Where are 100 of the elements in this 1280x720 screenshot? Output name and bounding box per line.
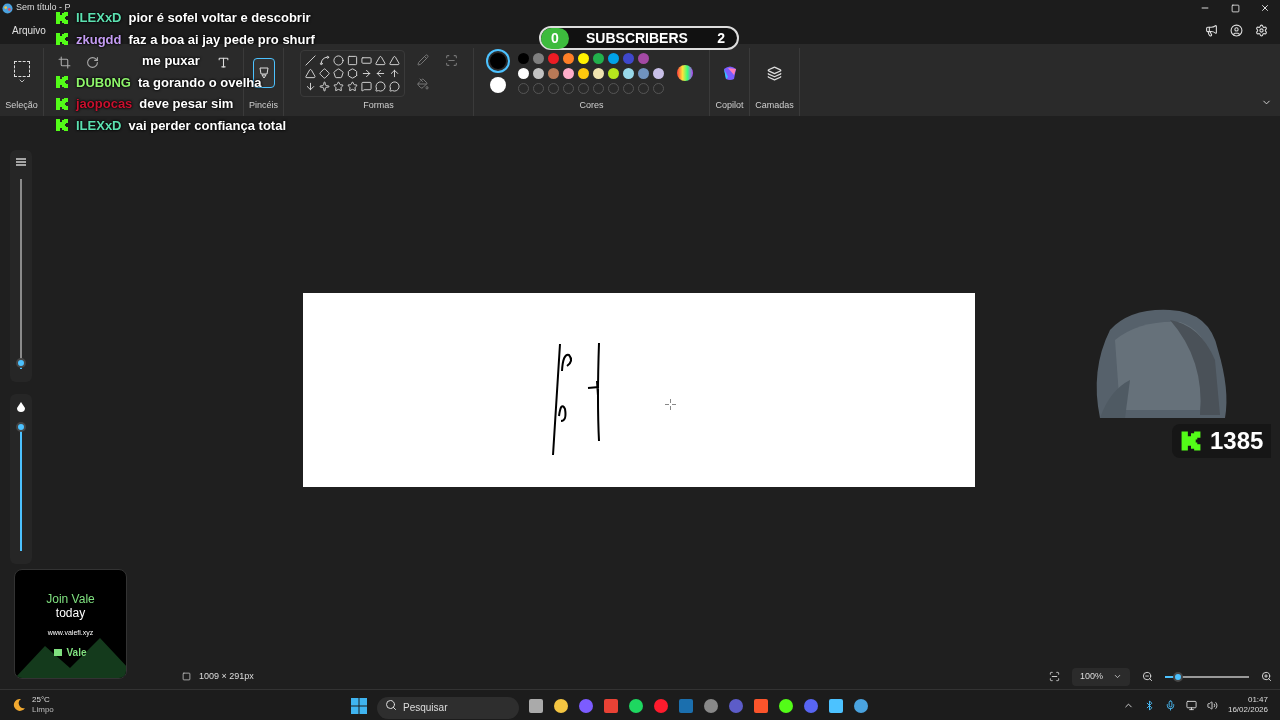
- kick-logo-icon: [55, 10, 69, 25]
- kick-logo-icon: [55, 96, 69, 111]
- hexagon-icon[interactable]: [346, 67, 358, 79]
- layers-icon[interactable]: [767, 65, 782, 81]
- oval-icon[interactable]: [332, 54, 344, 66]
- zoom-out-icon[interactable]: [1142, 671, 1153, 682]
- oval-callout-icon[interactable]: [374, 80, 386, 92]
- color-swatch[interactable]: [532, 52, 544, 64]
- temperature: 25°C: [32, 695, 51, 705]
- maximize-icon: [1230, 3, 1240, 13]
- feedback-icon[interactable]: [1205, 23, 1218, 37]
- current-color-swatch[interactable]: [489, 77, 506, 94]
- color-wheel-icon[interactable]: [675, 64, 694, 83]
- start-icon[interactable]: [350, 697, 368, 716]
- color-swatch[interactable]: [592, 52, 604, 64]
- group-label: Seleção: [5, 98, 38, 112]
- color-swatch[interactable]: [517, 67, 529, 79]
- color-swatch[interactable]: [547, 67, 559, 79]
- weather-text: Limpo: [32, 705, 54, 715]
- rectangle-icon[interactable]: [346, 54, 358, 66]
- rounded-rectangle-icon[interactable]: [360, 54, 372, 66]
- settings-icon[interactable]: [1255, 23, 1268, 37]
- ad-headline: Join Vale: [46, 592, 95, 606]
- chat-message: ta gorando o ovelha: [137, 73, 262, 92]
- subscriber-label: SUBSCRIBERS: [586, 28, 688, 48]
- group-label: Camadas: [755, 98, 794, 112]
- menu-item[interactable]: Arquivo: [8, 22, 50, 38]
- color-swatch[interactable]: [577, 52, 589, 64]
- color-swatch[interactable]: [562, 67, 574, 79]
- zoom-in-icon[interactable]: [1261, 671, 1272, 682]
- group-label: Cores: [579, 98, 604, 112]
- speech-bubble-icon[interactable]: [360, 80, 372, 92]
- network-icon[interactable]: [1185, 699, 1197, 711]
- diamond-icon[interactable]: [318, 67, 330, 79]
- star-icon[interactable]: [332, 80, 344, 92]
- color-swatch[interactable]: [637, 67, 649, 79]
- viewer-count: 1385: [1210, 426, 1264, 456]
- moon-icon: [12, 698, 26, 712]
- four-point-star-icon[interactable]: [318, 80, 330, 92]
- slider-thumb[interactable]: [16, 358, 26, 369]
- size-icon[interactable]: [444, 53, 458, 67]
- zoom-thumb[interactable]: [1172, 671, 1183, 682]
- taskbar-search-field[interactable]: Pesquisar: [377, 696, 519, 719]
- polygon-icon[interactable]: [374, 54, 386, 66]
- color-swatch[interactable]: [547, 52, 559, 64]
- chat-message: faz a boa ai jay pede pro shurf: [128, 30, 315, 49]
- current-color-swatch[interactable]: [489, 53, 506, 70]
- chat-username: ILEXxD: [76, 9, 122, 27]
- outline-icon[interactable]: [416, 53, 429, 66]
- subscriber-goal: 2: [717, 28, 725, 48]
- color-swatch[interactable]: [562, 52, 574, 64]
- chat-username: jaopocas: [76, 95, 133, 113]
- group-label: Copilot: [715, 98, 744, 112]
- color-swatch[interactable]: [517, 52, 529, 64]
- ad-subline: today: [55, 606, 86, 620]
- color-swatch[interactable]: [652, 67, 664, 79]
- zoom-dropdown[interactable]: 100%: [1072, 667, 1130, 686]
- color-swatch[interactable]: [607, 67, 619, 79]
- microphone-icon[interactable]: [1164, 699, 1176, 711]
- color-swatch[interactable]: [607, 52, 619, 64]
- window-title: Sem título - P: [16, 1, 71, 15]
- color-swatch[interactable]: [577, 67, 589, 79]
- color-swatch[interactable]: [637, 52, 649, 64]
- kick-logo-icon: [55, 32, 69, 47]
- chat-message: pior é sofel voltar e descobrir: [128, 9, 311, 27]
- color-swatch[interactable]: [592, 67, 604, 79]
- slider-thumb[interactable]: [16, 422, 26, 432]
- color-swatch[interactable]: [622, 52, 634, 64]
- pentagon-icon[interactable]: [332, 67, 344, 79]
- crop-icon[interactable]: [58, 56, 71, 69]
- chat-username: ILEXxD: [76, 116, 122, 135]
- ad-brand: Vale: [66, 645, 87, 660]
- group-label: Pincéis: [249, 98, 278, 112]
- chat-message: me puxar: [142, 52, 200, 70]
- kick-logo-icon: [55, 75, 69, 90]
- chat-username: DUB0NG: [76, 73, 131, 92]
- arrow-right-icon[interactable]: [360, 67, 372, 79]
- clock-date[interactable]: 16/02/2026: [1227, 705, 1268, 715]
- curve-icon[interactable]: [318, 54, 330, 66]
- volume-icon[interactable]: [1206, 699, 1218, 711]
- clock-time[interactable]: 01:47: [1247, 695, 1268, 705]
- line-icon[interactable]: [304, 54, 316, 66]
- rotate-icon[interactable]: [86, 56, 99, 69]
- arrow-up-icon[interactable]: [388, 67, 400, 79]
- shape-fill-icon[interactable]: [416, 77, 429, 90]
- arrow-left-icon[interactable]: [374, 67, 386, 79]
- color-swatch[interactable]: [532, 67, 544, 79]
- group-label: Formas: [363, 98, 394, 112]
- chat-username: zkugdd: [76, 30, 122, 49]
- brush-icon: [258, 67, 269, 80]
- triangle-icon[interactable]: [388, 54, 400, 66]
- color-swatch[interactable]: [622, 67, 634, 79]
- copilot-icon[interactable]: [721, 65, 738, 82]
- arrow-down-icon[interactable]: [304, 80, 316, 92]
- close-icon: [1260, 3, 1270, 13]
- account-icon[interactable]: [1230, 23, 1243, 37]
- text-tool-icon[interactable]: [217, 56, 230, 69]
- kick-logo-icon: [55, 118, 69, 133]
- canvas-dimensions: 1009 × 291px: [199, 669, 254, 683]
- fit-to-window-icon[interactable]: [1049, 671, 1060, 682]
